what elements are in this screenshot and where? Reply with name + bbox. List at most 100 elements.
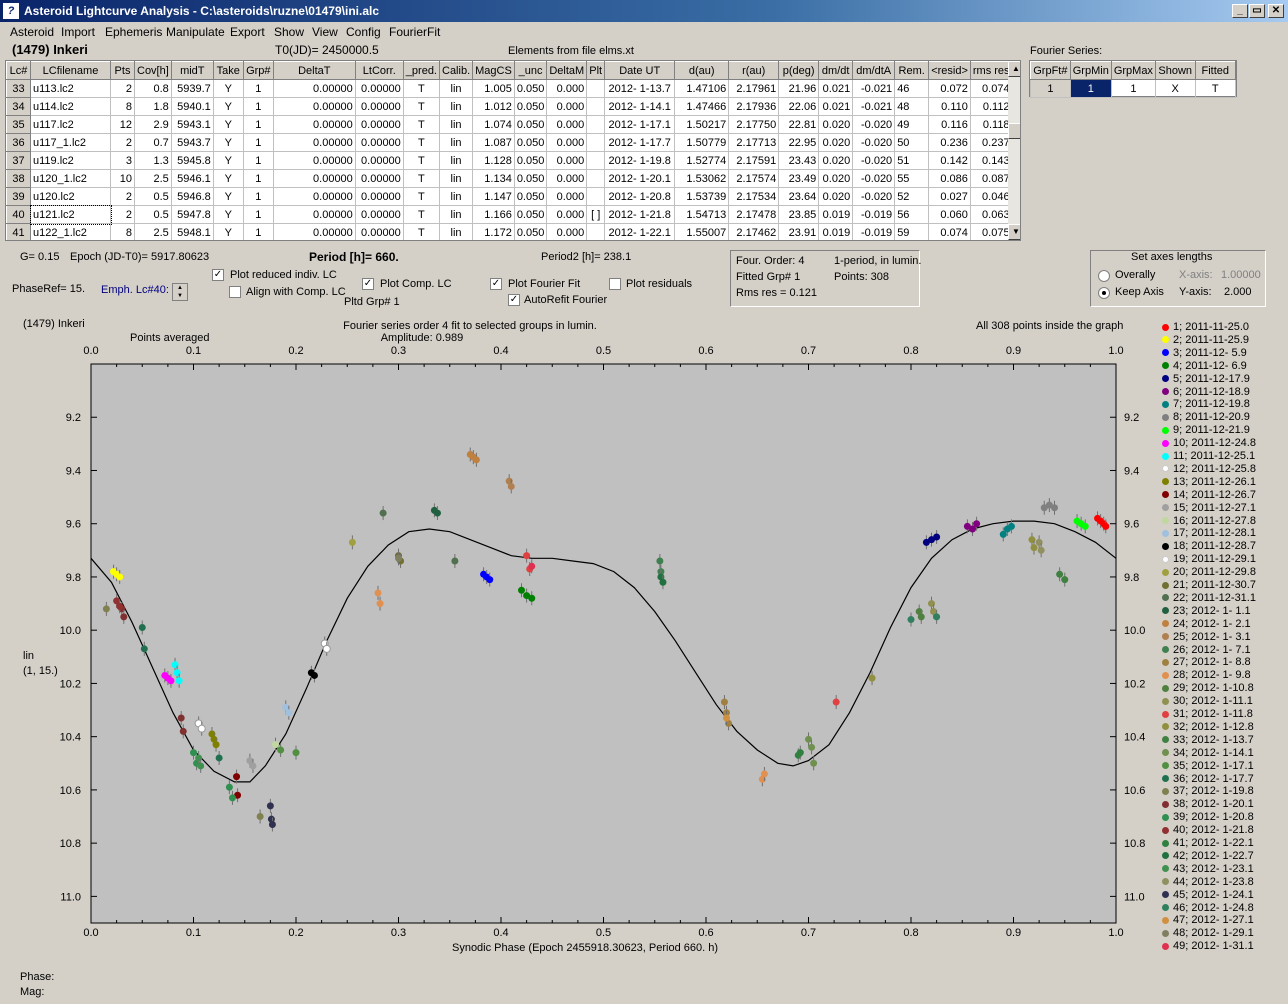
table-cell[interactable]: 0.072: [928, 79, 971, 98]
table-cell[interactable]: 1: [242, 223, 274, 240]
table-cell[interactable]: 5943.1: [170, 115, 214, 134]
align-comp-checkbox[interactable]: [229, 286, 241, 298]
table-cell[interactable]: 2: [110, 79, 135, 98]
table-cell[interactable]: T: [402, 169, 441, 188]
column-header[interactable]: Calib.: [438, 61, 474, 80]
column-header[interactable]: d(au): [674, 61, 730, 80]
fourier-cell[interactable]: T: [1194, 79, 1237, 98]
menu-config[interactable]: Config: [346, 25, 381, 39]
fourier-cell[interactable]: 1: [1069, 79, 1112, 98]
column-header[interactable]: p(deg): [778, 61, 820, 80]
table-cell[interactable]: 0.020: [818, 187, 854, 206]
table-cell[interactable]: 0.020: [818, 115, 854, 134]
table-cell[interactable]: 2: [110, 133, 135, 152]
table-cell[interactable]: 1.47466: [674, 97, 730, 116]
table-scrollbar[interactable]: ▲ ▼: [1008, 61, 1020, 240]
table-cell[interactable]: 48: [894, 97, 930, 116]
table-cell[interactable]: [ ]: [586, 205, 606, 224]
table-row[interactable]: 38 u120_1.lc2 10 2.5 5946.1 Y 1 0.00000 0.00000 T…: [6, 169, 1013, 188]
table-cell[interactable]: u120.lc2: [30, 187, 111, 206]
column-header[interactable]: Grp#: [242, 61, 274, 80]
table-cell[interactable]: 1.47106: [674, 79, 730, 98]
table-cell[interactable]: 2012- 1-13.7: [604, 79, 676, 98]
table-cell[interactable]: 1.074: [472, 115, 515, 134]
table-cell[interactable]: 0.087: [969, 169, 1013, 188]
table-cell[interactable]: 23.91: [778, 223, 820, 240]
row-header[interactable]: 36: [6, 133, 31, 152]
table-cell[interactable]: 0.050: [513, 79, 548, 98]
table-cell[interactable]: T: [402, 133, 441, 152]
table-cell[interactable]: 1.005: [472, 79, 515, 98]
minimize-button[interactable]: _: [1232, 4, 1248, 18]
row-header[interactable]: 33: [6, 79, 31, 98]
table-cell[interactable]: 2012- 1-17.1: [604, 115, 676, 134]
table-cell[interactable]: 0.000: [546, 205, 588, 224]
table-cell[interactable]: lin: [438, 115, 474, 134]
table-cell[interactable]: 0.00000: [272, 205, 356, 224]
table-cell[interactable]: 23.85: [778, 205, 820, 224]
plot-residuals-checkbox[interactable]: [609, 278, 621, 290]
column-header[interactable]: Date UT: [604, 61, 676, 80]
table-cell[interactable]: 2012- 1-14.1: [604, 97, 676, 116]
table-cell[interactable]: Y: [212, 223, 244, 240]
table-cell[interactable]: 0.050: [513, 223, 548, 240]
table-cell[interactable]: -0.020: [852, 187, 896, 206]
table-cell[interactable]: [586, 223, 606, 240]
column-header[interactable]: r(au): [728, 61, 780, 80]
menu-import[interactable]: Import: [61, 25, 95, 39]
table-cell[interactable]: T: [402, 115, 441, 134]
table-cell[interactable]: lin: [438, 205, 474, 224]
row-header[interactable]: 39: [6, 187, 31, 206]
table-cell[interactable]: 0.050: [513, 133, 548, 152]
scroll-down-icon[interactable]: ▼: [1008, 224, 1020, 240]
table-cell[interactable]: -0.019: [852, 223, 896, 240]
menu-export[interactable]: Export: [230, 25, 265, 39]
table-cell[interactable]: 0.020: [818, 151, 854, 170]
table-cell[interactable]: 51: [894, 151, 930, 170]
row-header[interactable]: 34: [6, 97, 31, 116]
column-header[interactable]: dm/dtA: [852, 61, 896, 80]
table-cell[interactable]: 23.43: [778, 151, 820, 170]
table-cell[interactable]: 21.96: [778, 79, 820, 98]
table-cell[interactable]: 52: [894, 187, 930, 206]
column-header[interactable]: LCfilename: [30, 61, 111, 80]
column-header[interactable]: <resid>: [928, 61, 971, 80]
table-cell[interactable]: 0.019: [818, 223, 854, 240]
table-cell[interactable]: 0.118: [969, 115, 1013, 134]
table-cell[interactable]: u113.lc2: [30, 79, 111, 98]
table-cell[interactable]: 1.8: [134, 97, 172, 116]
table-cell[interactable]: 1: [242, 169, 274, 188]
table-cell[interactable]: [586, 97, 606, 116]
maximize-button[interactable]: ▭: [1249, 4, 1265, 18]
table-cell[interactable]: -0.020: [852, 115, 896, 134]
table-cell[interactable]: 0.000: [546, 187, 588, 206]
table-cell[interactable]: lin: [438, 79, 474, 98]
row-header[interactable]: 40: [6, 205, 31, 224]
table-cell[interactable]: 1.50779: [674, 133, 730, 152]
table-cell[interactable]: 2.17534: [728, 187, 780, 206]
table-cell[interactable]: [586, 169, 606, 188]
table-cell[interactable]: 5943.7: [170, 133, 214, 152]
table-cell[interactable]: 1: [242, 205, 274, 224]
table-row[interactable]: 35 u117.lc2 12 2.9 5943.1 Y 1 0.00000 0.00000 Tli…: [6, 115, 1013, 134]
column-header[interactable]: Take: [212, 61, 244, 80]
table-cell[interactable]: 0.060: [928, 205, 971, 224]
table-cell[interactable]: 0.00000: [354, 205, 404, 224]
table-cell[interactable]: 1.53062: [674, 169, 730, 188]
table-cell[interactable]: 50: [894, 133, 930, 152]
close-button[interactable]: ✕: [1268, 4, 1284, 18]
table-cell[interactable]: 0.00000: [354, 79, 404, 98]
table-cell[interactable]: 49: [894, 115, 930, 134]
table-cell[interactable]: lin: [438, 223, 474, 240]
table-cell[interactable]: 0.00000: [354, 223, 404, 240]
table-cell[interactable]: Y: [212, 97, 244, 116]
table-cell[interactable]: 0.00000: [272, 187, 356, 206]
table-cell[interactable]: 0.00000: [354, 169, 404, 188]
fourier-column-header[interactable]: GrpFt#: [1030, 61, 1071, 80]
table-cell[interactable]: 2: [110, 205, 135, 224]
table-cell[interactable]: u121.lc2: [29, 204, 112, 225]
table-cell[interactable]: 1: [242, 151, 274, 170]
table-cell[interactable]: 1.53739: [674, 187, 730, 206]
table-cell[interactable]: 0.00000: [272, 151, 356, 170]
table-cell[interactable]: 0.143: [969, 151, 1013, 170]
